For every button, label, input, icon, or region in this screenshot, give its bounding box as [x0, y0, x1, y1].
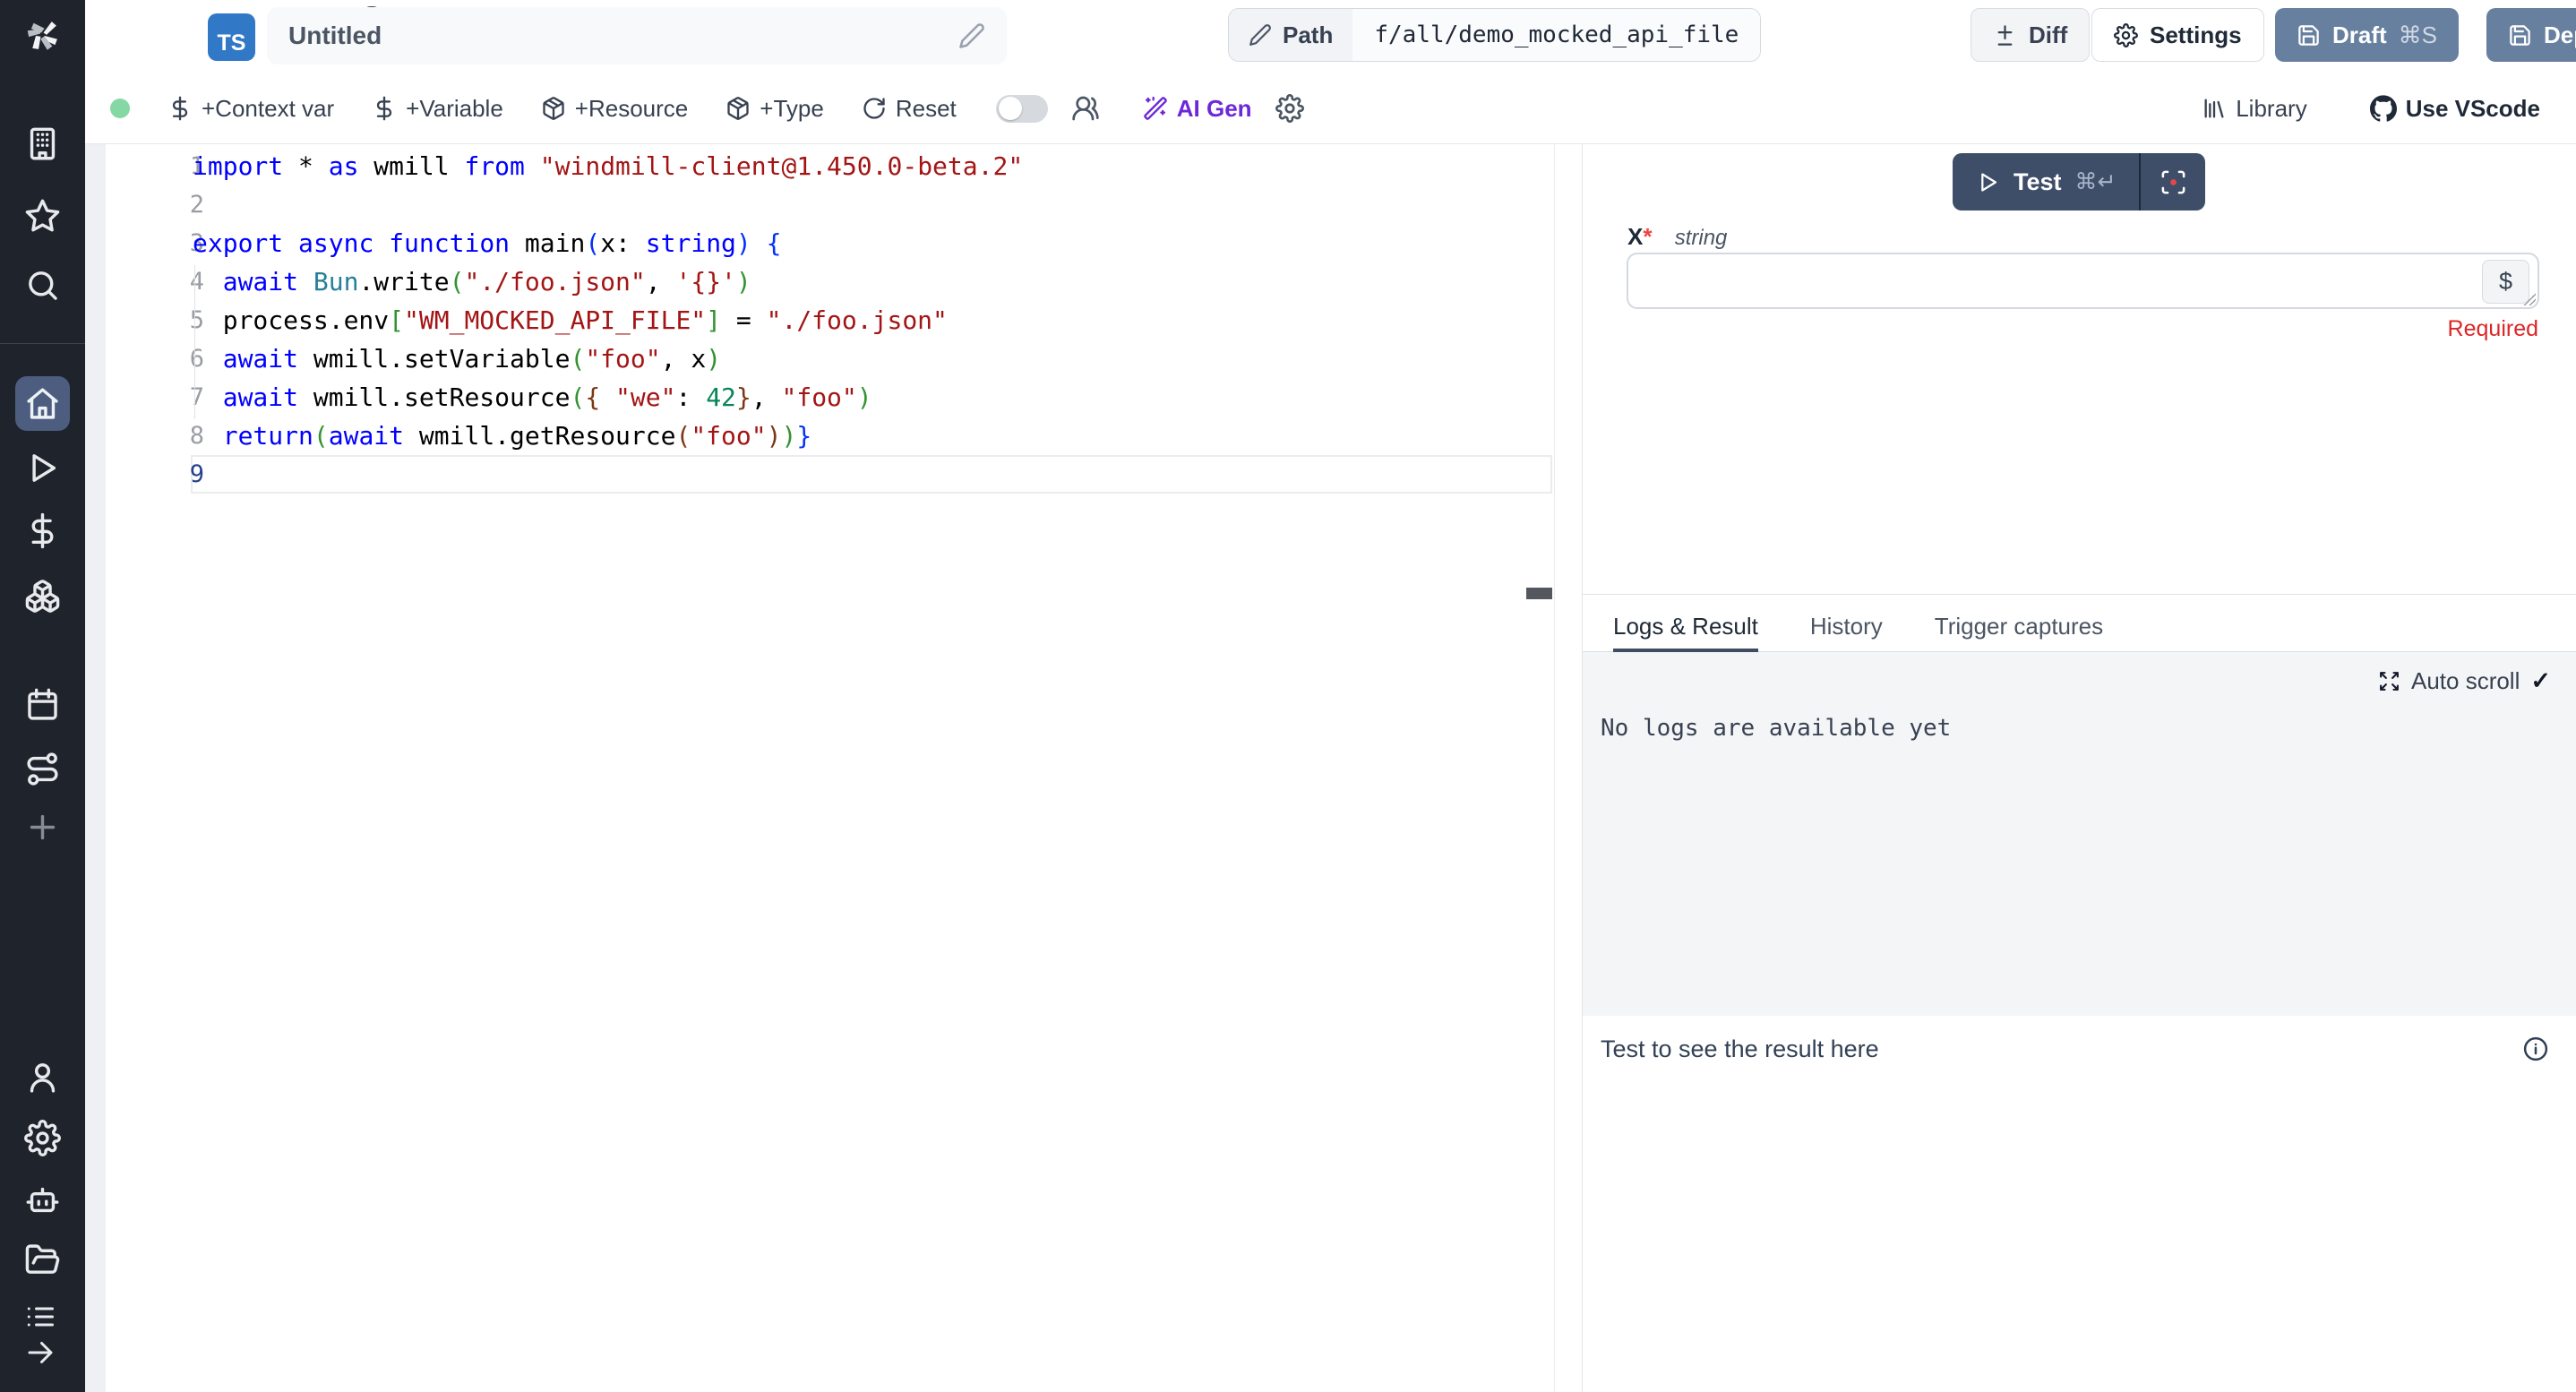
code-line[interactable]: await wmill.setVariable("foo", x): [193, 339, 1554, 378]
info-icon[interactable]: [2522, 1035, 2549, 1062]
expand-icon[interactable]: [2378, 670, 2400, 692]
code-line[interactable]: process.env["WM_MOCKED_API_FILE"] = "./f…: [193, 301, 1554, 339]
expand-arrow-icon[interactable]: [24, 1336, 56, 1369]
editor-toolbar: +Context var +Variable +Resource +Type R…: [85, 73, 2576, 144]
add-context-var-button[interactable]: +Context var: [167, 95, 334, 123]
path-value: f/all/demo_mocked_api_file: [1352, 9, 1760, 61]
path-button[interactable]: Path f/all/demo_mocked_api_file: [1228, 8, 1761, 62]
users-icon[interactable]: [1071, 94, 1100, 123]
search-icon[interactable]: [24, 267, 61, 304]
settings-gear-icon: [2114, 23, 2138, 47]
path-pencil-icon: [1249, 23, 1272, 47]
workspace-building-icon[interactable]: [24, 125, 61, 162]
code-editor[interactable]: 123456789 import * as wmill from "windmi…: [85, 144, 1555, 1392]
editor-margin-strip: [85, 144, 106, 1392]
play-icon: [1976, 170, 2000, 194]
test-button[interactable]: Test ⌘↵: [1953, 153, 2139, 211]
home-icon: [24, 385, 61, 422]
dollar-icon: [372, 96, 397, 121]
triggers-route-icon[interactable]: [24, 751, 61, 787]
path-label: Path: [1283, 21, 1333, 49]
tab-history[interactable]: History: [1810, 601, 1883, 651]
code-line[interactable]: await Bun.write("./foo.json", '{}'): [193, 262, 1554, 301]
scan-capture-icon: [2160, 168, 2187, 196]
code-line[interactable]: [193, 455, 1554, 494]
app-sidebar: [0, 0, 85, 1392]
result-placeholder: Test to see the result here: [1601, 1035, 1879, 1063]
variables-dollar-icon[interactable]: [24, 512, 61, 549]
argument-label: X* string: [1627, 223, 1727, 251]
edit-pencil-icon[interactable]: [958, 22, 985, 49]
script-title-input[interactable]: Untitled: [267, 7, 1007, 64]
schedules-calendar-icon[interactable]: [24, 686, 61, 723]
code-line[interactable]: export async function main(x: string) {: [193, 224, 1554, 262]
add-type-button[interactable]: +Type: [726, 95, 824, 123]
audit-list-icon[interactable]: [24, 1301, 56, 1333]
code-line[interactable]: import * as wmill from "windmill-client@…: [193, 147, 1554, 185]
tab-logs-result[interactable]: Logs & Result: [1613, 601, 1758, 651]
settings-gear-icon[interactable]: [24, 1120, 61, 1156]
library-icon: [2202, 96, 2227, 121]
add-variable-button[interactable]: +Variable: [372, 95, 503, 123]
panel-split-line[interactable]: [1583, 594, 2576, 595]
package-icon: [726, 96, 751, 121]
logs-area: Auto scroll ✓ No logs are available yet: [1583, 652, 2576, 1016]
capture-test-button[interactable]: [2141, 153, 2205, 211]
auto-scroll-checkbox[interactable]: ✓: [2530, 667, 2551, 695]
windmill-logo-icon[interactable]: [24, 16, 61, 53]
draft-shortcut: ⌘S: [2399, 21, 2437, 49]
rotate-icon: [862, 96, 887, 121]
required-message: Required: [2448, 316, 2538, 342]
wand-icon: [1143, 96, 1168, 121]
test-shortcut: ⌘↵: [2075, 168, 2117, 195]
code-line[interactable]: await wmill.setResource({ "we": 42}, "fo…: [193, 378, 1554, 417]
run-panel: Test ⌘↵ X* string $ Required Logs & Resu…: [1583, 144, 2576, 1392]
add-resource-button[interactable]: +Resource: [541, 95, 688, 123]
resources-boxes-icon[interactable]: [24, 578, 61, 614]
code-line[interactable]: return(await wmill.getResource("foo"))}: [193, 417, 1554, 455]
top-header: TS Untitled Path f/all/demo_mocked_api_f…: [85, 0, 2576, 73]
result-area: Test to see the result here: [1583, 1016, 2576, 1392]
code-line[interactable]: [193, 185, 1554, 224]
save-icon: [2508, 23, 2532, 47]
add-plus-icon[interactable]: [24, 809, 61, 846]
save-icon: [2297, 23, 2321, 47]
code-lines[interactable]: import * as wmill from "windmill-client@…: [193, 147, 1554, 494]
favorites-star-icon[interactable]: [24, 197, 61, 234]
settings-button[interactable]: Settings: [2091, 8, 2264, 62]
typescript-badge: TS: [208, 13, 255, 61]
ai-gen-button[interactable]: AI Gen: [1143, 95, 1252, 123]
editor-settings-gear-icon[interactable]: [1275, 94, 1304, 123]
sidebar-divider: [0, 343, 85, 344]
runs-play-icon[interactable]: [24, 450, 61, 486]
package-icon: [541, 96, 566, 121]
argument-input[interactable]: $: [1627, 253, 2539, 309]
deploy-button[interactable]: Deploy: [2486, 8, 2576, 62]
editor-scrollbar-thumb[interactable]: [1526, 588, 1552, 599]
resize-handle[interactable]: [2523, 293, 2536, 305]
diff-icon: [1993, 23, 2017, 47]
github-icon: [2370, 95, 2397, 122]
result-tabs: Logs & Result History Trigger captures: [1583, 601, 2576, 652]
tab-trigger-captures[interactable]: Trigger captures: [1935, 601, 2103, 651]
collab-toggle[interactable]: [996, 95, 1048, 123]
script-title: Untitled: [288, 21, 958, 50]
folders-icon[interactable]: [24, 1242, 61, 1278]
auto-scroll-control[interactable]: Auto scroll ✓: [2378, 667, 2551, 695]
library-button[interactable]: Library: [2202, 95, 2306, 123]
status-dot: [110, 99, 130, 118]
no-logs-message: No logs are available yet: [1601, 715, 1951, 742]
dollar-icon: [167, 96, 193, 121]
test-button-group: Test ⌘↵: [1953, 153, 2205, 211]
reset-button[interactable]: Reset: [862, 95, 957, 123]
sidebar-item-home[interactable]: [15, 376, 70, 431]
argument-type: string: [1675, 226, 1728, 250]
diff-button[interactable]: Diff: [1971, 8, 2090, 62]
draft-button[interactable]: Draft ⌘S: [2275, 8, 2459, 62]
workers-bot-icon[interactable]: [24, 1181, 61, 1218]
required-star: *: [1643, 223, 1652, 250]
user-icon[interactable]: [24, 1059, 61, 1096]
use-vscode-button[interactable]: Use VScode: [2370, 95, 2540, 123]
